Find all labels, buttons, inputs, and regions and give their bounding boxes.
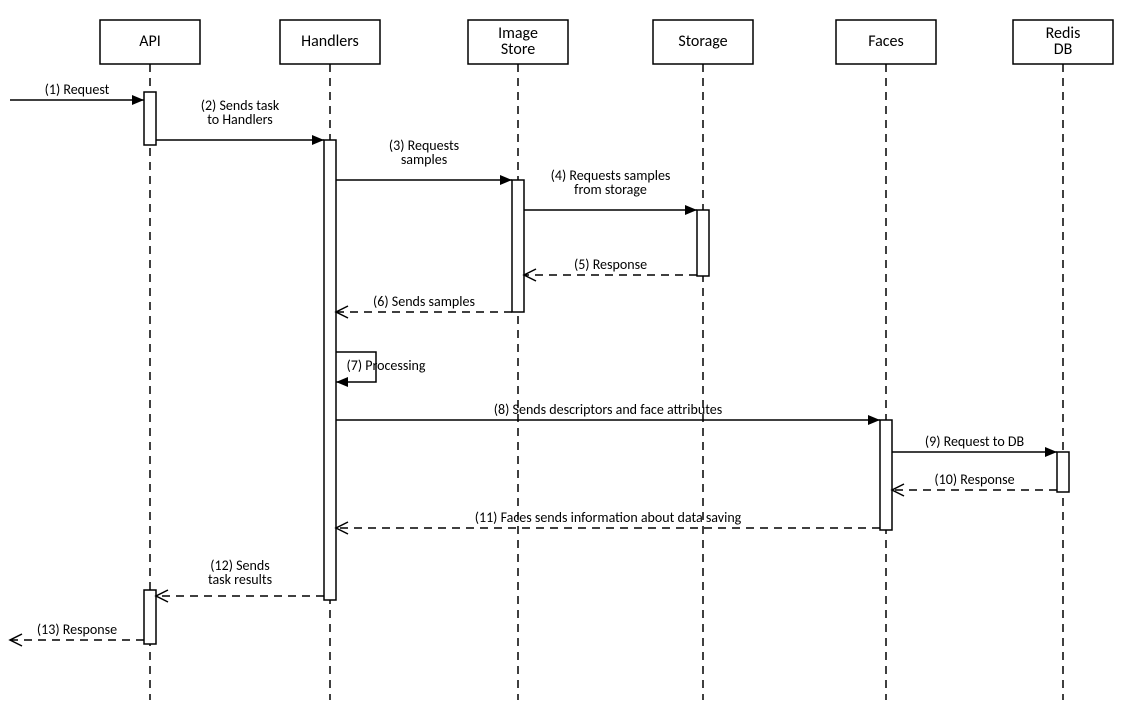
- arrowhead-solid: [312, 135, 324, 145]
- arrowhead-solid: [336, 377, 348, 387]
- participant-label-api: API: [139, 32, 161, 51]
- message-label-3: samples: [401, 151, 447, 168]
- message-label-2: to Handlers: [207, 111, 273, 128]
- arrowhead-solid: [868, 415, 880, 425]
- message-label-7: (7) Processing: [346, 357, 425, 374]
- sequence-diagram: APIHandlersImageStoreStorageFacesRedisDB…: [0, 0, 1140, 721]
- activation-imagestore: [512, 180, 524, 312]
- activation-faces: [880, 420, 892, 530]
- message-label-1: (1) Request: [45, 81, 110, 98]
- message-label-11: (11) Faces sends information about data …: [475, 509, 742, 526]
- message-label-6: (6) Sends samples: [373, 293, 475, 310]
- activation-api: [144, 92, 156, 145]
- message-label-10: (10) Response: [934, 471, 1014, 488]
- activation-redis: [1057, 452, 1069, 492]
- message-label-5: (5) Response: [574, 256, 647, 273]
- activation-api: [144, 590, 156, 644]
- participant-label-storage: Storage: [678, 32, 727, 51]
- participant-label-imagestore: Store: [501, 40, 535, 59]
- participant-label-faces: Faces: [868, 32, 904, 51]
- message-label-8: (8) Sends descriptors and face attribute…: [494, 401, 722, 418]
- participant-label-redis: DB: [1054, 40, 1073, 59]
- activation-handlers: [324, 140, 336, 600]
- message-label-12: task results: [208, 571, 272, 588]
- participant-label-handlers: Handlers: [301, 32, 359, 51]
- arrowhead-solid: [685, 205, 697, 215]
- arrowhead-solid: [500, 175, 512, 185]
- arrowhead-solid: [1045, 447, 1057, 457]
- message-label-4: from storage: [574, 181, 647, 198]
- arrowhead-solid: [132, 95, 144, 105]
- message-label-13: (13) Response: [37, 621, 117, 638]
- message-label-9: (9) Request to DB: [925, 433, 1025, 450]
- activation-storage: [697, 210, 709, 276]
